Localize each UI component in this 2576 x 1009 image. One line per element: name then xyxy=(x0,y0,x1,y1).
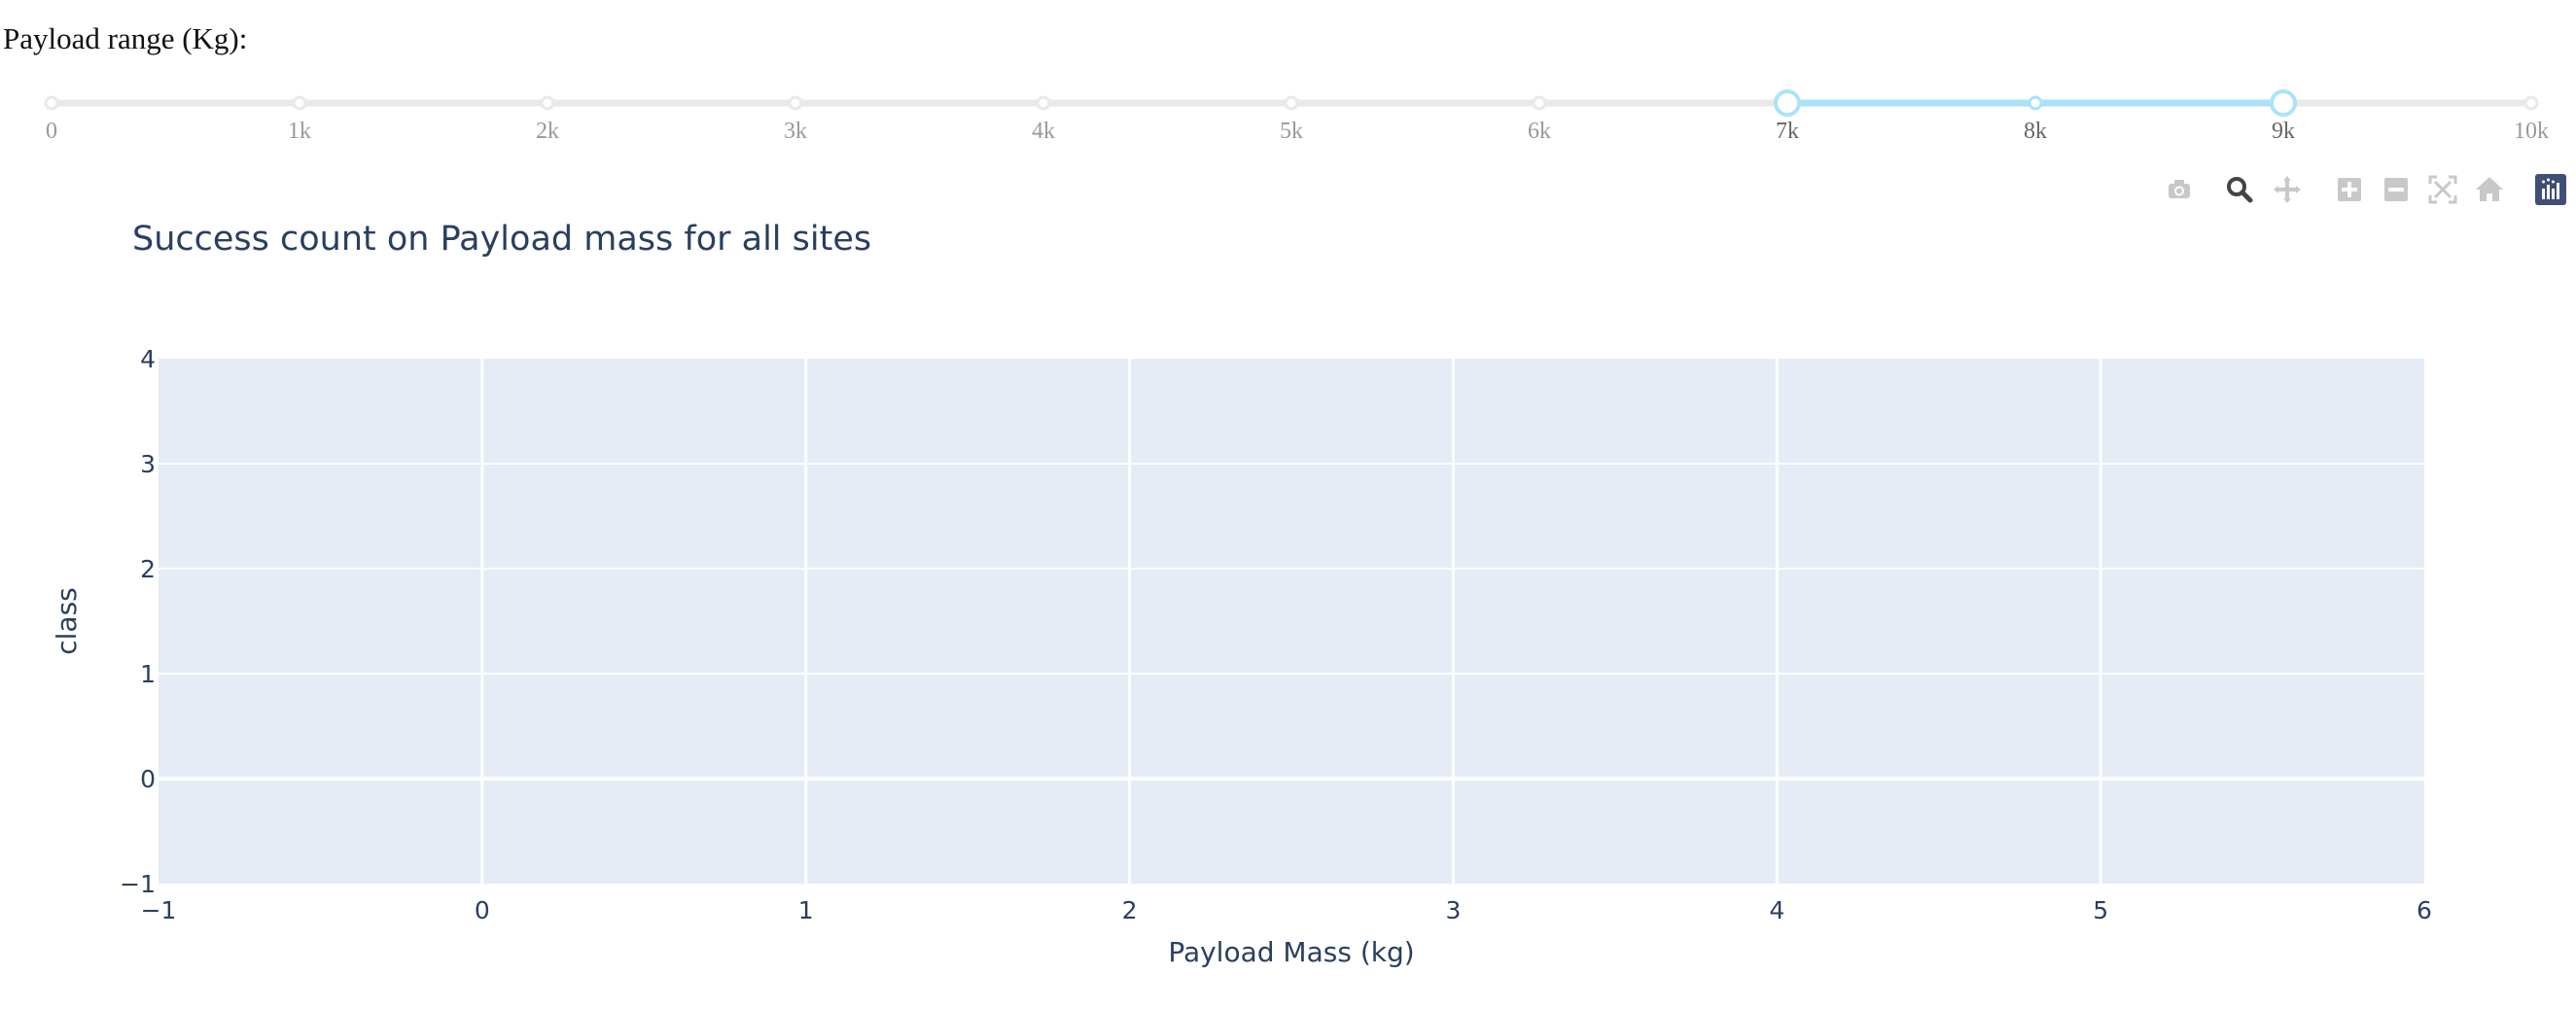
slider-dot[interactable] xyxy=(1284,95,1299,111)
payload-range-slider[interactable]: 0 1k 2k 3k 4k 5k 6k 7k 8k 9k 10k xyxy=(0,78,2576,175)
modebar xyxy=(0,171,2576,208)
slider-mark-label: 10k xyxy=(2514,119,2549,144)
x-tick-label: 2 xyxy=(1122,896,1138,924)
y-tick-label: 2 xyxy=(140,555,156,583)
y-tick-label: −1 xyxy=(120,870,156,898)
slider-dot[interactable] xyxy=(292,95,307,111)
y-tick-label: 3 xyxy=(140,450,156,478)
y-tick-label: 1 xyxy=(140,660,156,688)
pan-icon xyxy=(2274,176,2301,203)
slider-label: Payload range (Kg): xyxy=(3,21,248,55)
slider-mark-label: 6k xyxy=(1528,119,1551,144)
x-tick-label: 3 xyxy=(1445,896,1461,924)
y-tick-labels: −1 0 1 2 3 4 xyxy=(120,345,156,898)
camera-button[interactable] xyxy=(2161,171,2198,208)
zoom-out-icon xyxy=(2384,178,2408,201)
y-axis-label: class xyxy=(51,587,83,655)
x-tick-label: 5 xyxy=(2093,896,2108,924)
slider-mark-label: 9k xyxy=(2272,119,2295,144)
slider-mark-label: 3k xyxy=(784,119,807,144)
zoom-in-icon xyxy=(2338,178,2361,201)
x-tick-label: −1 xyxy=(141,896,177,924)
x-tick-label: 0 xyxy=(475,896,490,924)
slider-dot[interactable] xyxy=(540,95,555,111)
reset-axes-button[interactable] xyxy=(2471,171,2508,208)
x-tick-label: 4 xyxy=(1769,896,1784,924)
zoom-icon xyxy=(2227,177,2253,203)
slider-handle-lower[interactable] xyxy=(1774,89,1801,117)
autoscale-icon xyxy=(2428,175,2457,204)
reset-axes-icon xyxy=(2476,177,2503,201)
slider-mark-label: 4k xyxy=(1032,119,1055,144)
slider-handle-upper[interactable] xyxy=(2270,89,2297,117)
slider-dot[interactable] xyxy=(1532,95,1547,111)
x-axis-label: Payload Mass (kg) xyxy=(1168,936,1414,968)
camera-icon xyxy=(2169,180,2190,198)
slider-dot[interactable] xyxy=(2028,95,2043,111)
slider-mark-label: 7k xyxy=(1776,119,1799,144)
payload-scatter-chart: Success count on Payload mass for all si… xyxy=(51,220,2432,968)
zoom-button[interactable] xyxy=(2221,171,2258,208)
slider-mark-label: 5k xyxy=(1280,119,1303,144)
plot-area xyxy=(159,359,2424,884)
slider-dot[interactable] xyxy=(788,95,803,111)
y-tick-label: 4 xyxy=(140,345,156,373)
slider-dot[interactable] xyxy=(2523,95,2539,111)
slider-mark-label: 8k xyxy=(2024,119,2047,144)
pan-button[interactable] xyxy=(2269,171,2306,208)
slider-mark-label: 2k xyxy=(536,119,559,144)
plotly-logo-button[interactable] xyxy=(2532,171,2569,208)
autoscale-button[interactable] xyxy=(2424,171,2461,208)
y-tick-label: 0 xyxy=(140,765,156,793)
slider-dot[interactable] xyxy=(1036,95,1051,111)
x-tick-labels: −1 0 1 2 3 4 5 6 xyxy=(141,896,2432,924)
x-tick-label: 6 xyxy=(2417,896,2432,924)
slider-mark-label: 1k xyxy=(288,119,311,144)
zoom-out-button[interactable] xyxy=(2378,171,2415,208)
slider-mark-label: 0 xyxy=(46,119,57,144)
chart-title: Success count on Payload mass for all si… xyxy=(132,220,871,259)
slider-dot[interactable] xyxy=(44,95,59,111)
x-tick-label: 1 xyxy=(798,896,814,924)
zoom-in-button[interactable] xyxy=(2331,171,2368,208)
plotly-logo-icon xyxy=(2535,174,2566,205)
